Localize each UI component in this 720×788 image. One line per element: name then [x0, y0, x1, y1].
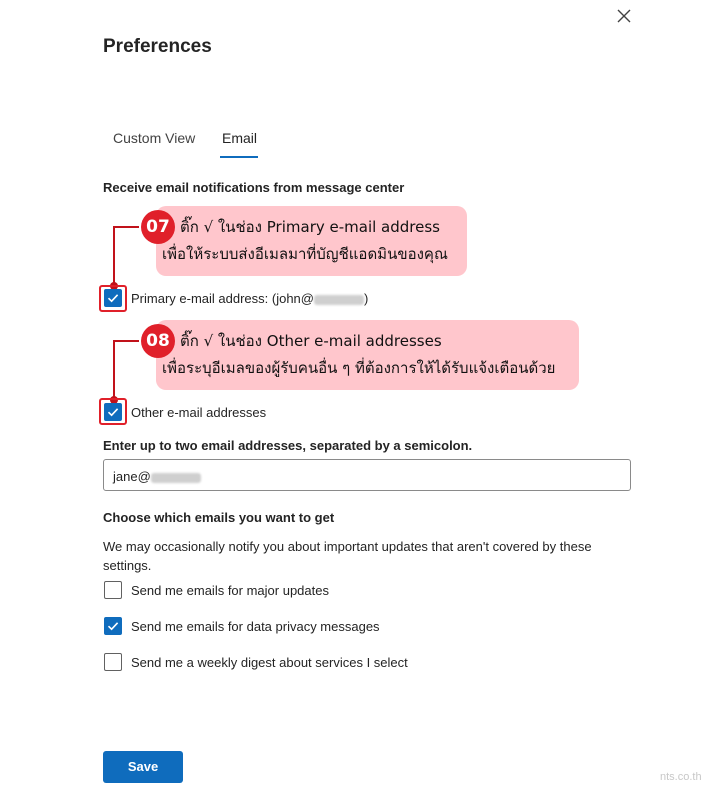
- data-privacy-checkbox[interactable]: [104, 617, 122, 635]
- callout-08-badge: 08: [141, 324, 175, 358]
- notifications-heading: Receive email notifications from message…: [103, 180, 405, 195]
- callout-07-connector-vertical: [113, 226, 115, 286]
- emails-heading: Choose which emails you want to get: [103, 510, 335, 525]
- major-updates-checkbox[interactable]: [104, 581, 122, 599]
- callout-07: ติ๊ก √ ในช่อง Primary e-mail address เพื…: [156, 206, 467, 276]
- callout-08-line2: เพื่อระบุอีเมลของผู้รับคนอื่น ๆ ที่ต้องก…: [162, 359, 556, 377]
- weekly-digest-checkbox[interactable]: [104, 653, 122, 671]
- other-email-label: Other e-mail addresses: [131, 405, 267, 420]
- callout-08: ติ๊ก √ ในช่อง Other e-mail addresses เพื…: [156, 320, 579, 390]
- primary-email-checkbox[interactable]: [104, 289, 122, 307]
- close-icon[interactable]: [612, 4, 636, 28]
- callout-07-line2: เพื่อให้ระบบส่งอีเมลมาที่บัญชีแอดมินของค…: [162, 245, 448, 263]
- primary-email-label-suffix: ): [363, 291, 369, 306]
- other-addresses-value: jane@: [113, 469, 151, 484]
- primary-email-label: Primary e-mail address: (john@): [131, 291, 368, 306]
- callout-07-badge: 07: [141, 210, 175, 244]
- callout-08-line1: ติ๊ก √ ในช่อง Other e-mail addresses: [180, 332, 442, 350]
- redacted-domain: [313, 294, 364, 305]
- other-email-checkbox[interactable]: [104, 403, 122, 421]
- dialog-title: Preferences: [103, 36, 212, 57]
- callout-08-connector: [113, 340, 139, 342]
- watermark: nts.co.th: [660, 771, 702, 783]
- tab-custom-view[interactable]: Custom View: [113, 130, 195, 146]
- weekly-digest-label: Send me a weekly digest about services I…: [131, 655, 408, 670]
- primary-email-label-text: Primary e-mail address: (john@: [131, 291, 314, 306]
- emails-description: We may occasionally notify you about imp…: [103, 539, 592, 573]
- major-updates-label: Send me emails for major updates: [131, 583, 329, 598]
- tab-selected-indicator: [220, 156, 258, 158]
- callout-07-line1: ติ๊ก √ ในช่อง Primary e-mail address: [180, 218, 440, 236]
- redacted-domain: [150, 472, 201, 483]
- tab-email[interactable]: Email: [222, 130, 257, 146]
- save-button[interactable]: Save: [103, 751, 183, 783]
- other-addresses-input[interactable]: jane@: [103, 459, 631, 491]
- other-addresses-heading: Enter up to two email addresses, separat…: [103, 438, 473, 453]
- callout-07-connector: [113, 226, 139, 228]
- callout-08-connector-vertical: [113, 340, 115, 400]
- data-privacy-label: Send me emails for data privacy messages: [131, 619, 380, 634]
